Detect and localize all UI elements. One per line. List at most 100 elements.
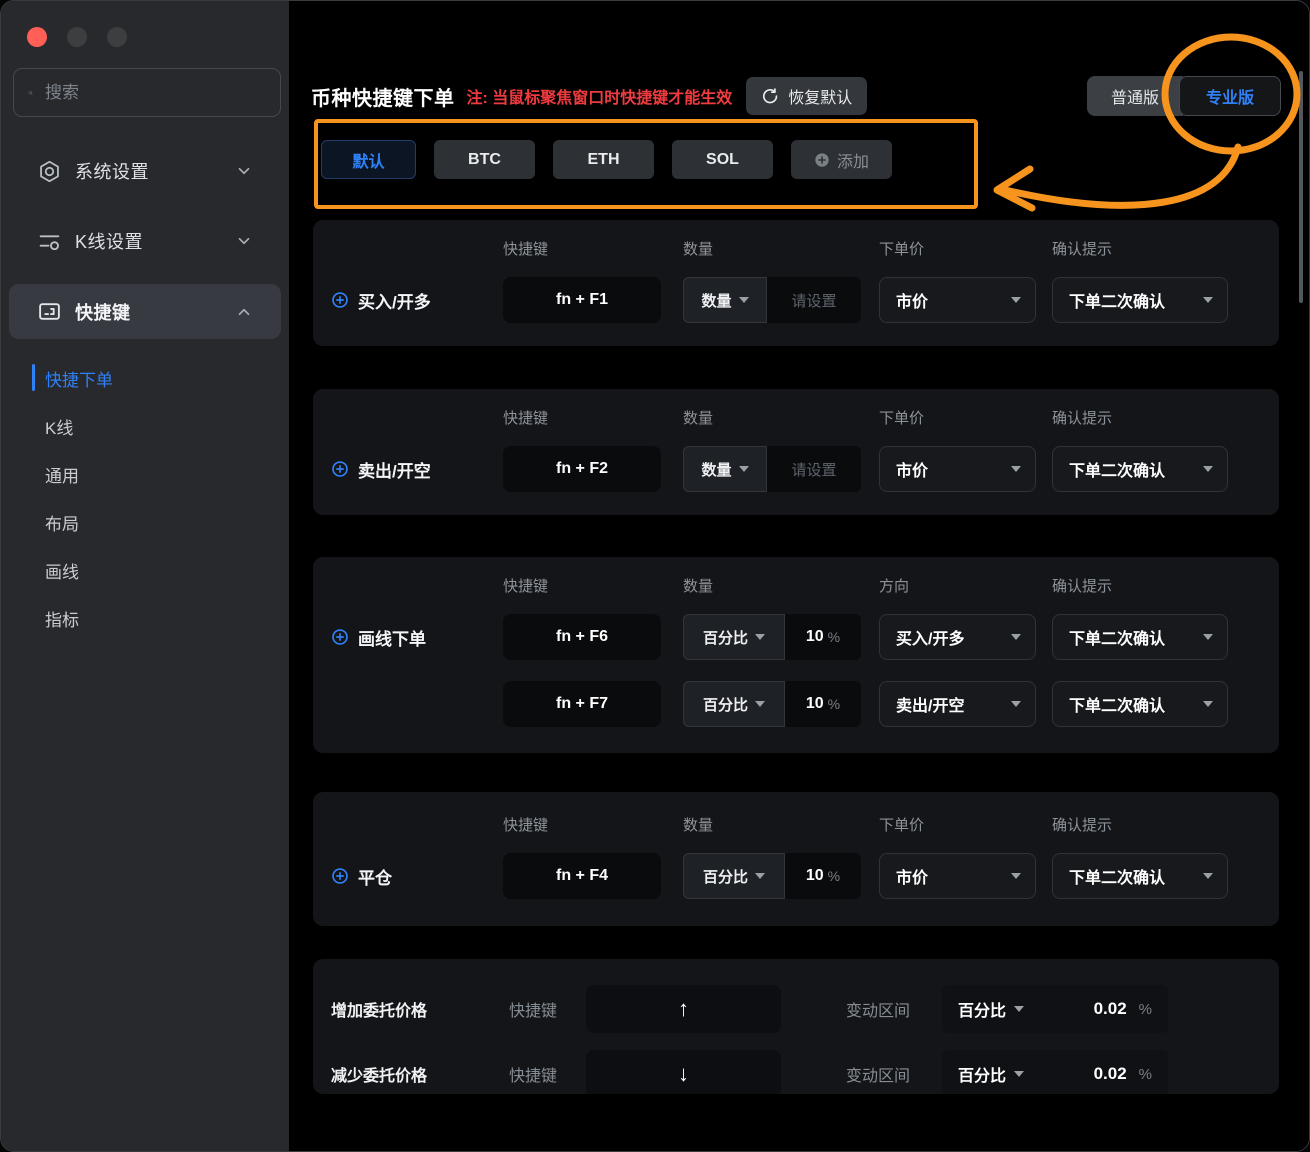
- tab-sol[interactable]: SOL: [672, 140, 773, 179]
- col-header-price: 下单价: [879, 238, 1036, 259]
- sidebar-item-layout[interactable]: 布局: [45, 510, 79, 534]
- confirm-select[interactable]: 下单二次确认: [1052, 614, 1228, 660]
- arrow-up-icon: ↑: [678, 996, 689, 1022]
- mode-basic-button[interactable]: 普通版: [1087, 76, 1183, 116]
- maximize-button[interactable]: [107, 27, 127, 47]
- quantity-mode-select[interactable]: 百分比: [683, 853, 785, 899]
- close-button[interactable]: [27, 27, 47, 47]
- hotkey-field[interactable]: fn + F7: [503, 681, 661, 727]
- tab-default[interactable]: 默认: [321, 140, 416, 179]
- order-price-select[interactable]: 市价: [879, 446, 1036, 492]
- hotkey-label: 快捷键: [509, 1062, 572, 1086]
- col-header-direction: 方向: [879, 575, 1036, 596]
- caret-down-icon: [1014, 1071, 1024, 1077]
- caret-down-icon: [739, 297, 749, 303]
- col-header-confirm: 确认提示: [1052, 407, 1228, 428]
- shortcut-key-icon: [37, 299, 62, 324]
- sidebar-item-label: 系统设置: [75, 158, 149, 184]
- reset-defaults-button[interactable]: 恢复默认: [746, 77, 867, 115]
- page-header: 币种快捷键下单 注: 当鼠标聚焦窗口时快捷键才能生效 恢复默认 普通版 专业版: [311, 76, 1281, 116]
- sidebar-item-general[interactable]: 通用: [45, 462, 79, 486]
- hotkey-field[interactable]: fn + F2: [503, 446, 661, 492]
- col-header-price: 下单价: [879, 814, 1036, 835]
- add-coin-button[interactable]: 添加: [791, 140, 892, 179]
- hotkey-label: 快捷键: [509, 997, 572, 1021]
- col-header-confirm: 确认提示: [1052, 575, 1228, 596]
- circle-plus-icon: [331, 291, 349, 309]
- col-header-price: 下单价: [879, 407, 1036, 428]
- minimize-button[interactable]: [67, 27, 87, 47]
- quantity-mode-select[interactable]: 数量: [683, 446, 767, 492]
- col-header-hotkey: 快捷键: [503, 238, 661, 259]
- caret-down-icon: [1011, 634, 1021, 640]
- circle-plus-icon: [331, 867, 349, 885]
- quantity-mode-select[interactable]: 百分比: [683, 681, 785, 727]
- section-draw-line-order: 快捷键 数量 方向 确认提示 画线下单 fn + F6 百分比: [313, 557, 1279, 753]
- quantity-input[interactable]: 请设置: [767, 446, 861, 492]
- quantity-input[interactable]: 10 %: [785, 614, 861, 660]
- add-coin-label: 添加: [837, 148, 869, 172]
- quantity-field: 百分比 10 %: [683, 681, 861, 727]
- row-label: 买入/开多: [313, 288, 503, 313]
- sidebar-item-indicator[interactable]: 指标: [45, 606, 79, 630]
- confirm-select[interactable]: 下单二次确认: [1052, 853, 1228, 899]
- sidebar-item-shortcuts[interactable]: 快捷键: [9, 284, 281, 339]
- col-header-confirm: 确认提示: [1052, 814, 1228, 835]
- version-switch: 普通版 专业版: [1087, 76, 1281, 116]
- chevron-up-icon: [235, 303, 253, 321]
- sidebar-item-kline[interactable]: K线: [45, 414, 73, 438]
- sidebar-item-kline-settings[interactable]: K线设置: [1, 216, 289, 266]
- mode-pro-button[interactable]: 专业版: [1179, 76, 1281, 116]
- plus-circle-icon: [814, 152, 830, 168]
- order-price-select[interactable]: 市价: [879, 277, 1036, 323]
- tab-eth[interactable]: ETH: [553, 140, 654, 179]
- direction-select[interactable]: 卖出/开空: [879, 681, 1036, 727]
- scrollbar-thumb[interactable]: [1299, 71, 1303, 303]
- refresh-icon: [761, 87, 780, 106]
- window-controls: [27, 27, 127, 47]
- sidebar-item-label: 快捷键: [75, 299, 131, 325]
- quantity-input[interactable]: 10 %: [785, 681, 861, 727]
- gear-icon: [37, 159, 62, 184]
- quantity-mode-select[interactable]: 数量: [683, 277, 767, 323]
- row-label: 画线下单: [313, 625, 503, 650]
- confirm-select[interactable]: 下单二次确认: [1052, 277, 1228, 323]
- caret-down-icon: [1011, 701, 1021, 707]
- hotkey-field-arrow-down[interactable]: ↓: [586, 1050, 781, 1094]
- caret-down-icon: [1014, 1006, 1024, 1012]
- range-field[interactable]: 百分比 0.02 %: [942, 1050, 1168, 1094]
- caret-down-icon: [1203, 873, 1213, 879]
- section-sell-open-short: 快捷键 数量 下单价 确认提示 卖出/开空 fn + F2 数量: [313, 389, 1279, 515]
- active-item-indicator: [32, 364, 35, 391]
- quantity-input[interactable]: 请设置: [767, 277, 861, 323]
- chevron-down-icon: [235, 232, 253, 250]
- row-label: 平仓: [313, 864, 503, 889]
- confirm-select[interactable]: 下单二次确认: [1052, 446, 1228, 492]
- section-buy-open-long: 快捷键 数量 下单价 确认提示 买入/开多 fn + F1 数量: [313, 220, 1279, 346]
- hotkey-field[interactable]: fn + F1: [503, 277, 661, 323]
- sidebar-item-drawing[interactable]: 画线: [45, 558, 79, 582]
- range-field[interactable]: 百分比 0.02 %: [942, 985, 1168, 1033]
- sidebar-item-system-settings[interactable]: 系统设置: [1, 146, 289, 196]
- order-price-select[interactable]: 市价: [879, 853, 1036, 899]
- hotkey-field-arrow-up[interactable]: ↑: [586, 985, 781, 1033]
- quantity-field: 数量 请设置: [683, 446, 861, 492]
- confirm-select[interactable]: 下单二次确认: [1052, 681, 1228, 727]
- quantity-input[interactable]: 10 %: [785, 853, 861, 899]
- tab-btc[interactable]: BTC: [434, 140, 535, 179]
- caret-down-icon: [755, 873, 765, 879]
- search-icon: [28, 83, 33, 103]
- search-box[interactable]: [13, 68, 281, 117]
- search-input[interactable]: [43, 82, 268, 104]
- quantity-field: 数量 请设置: [683, 277, 861, 323]
- hotkey-field[interactable]: fn + F6: [503, 614, 661, 660]
- hotkey-field[interactable]: fn + F4: [503, 853, 661, 899]
- circle-plus-icon: [331, 460, 349, 478]
- direction-select[interactable]: 买入/开多: [879, 614, 1036, 660]
- sidebar-item-quick-order[interactable]: 快捷下单: [45, 366, 113, 390]
- caret-down-icon: [755, 701, 765, 707]
- caret-down-icon: [1203, 466, 1213, 472]
- chevron-down-icon: [235, 162, 253, 180]
- section-adjust-order-price: 增加委托价格 快捷键 ↑ 变动区间 百分比 0.02 % 减少委托价格 快捷键 …: [313, 959, 1279, 1094]
- quantity-mode-select[interactable]: 百分比: [683, 614, 785, 660]
